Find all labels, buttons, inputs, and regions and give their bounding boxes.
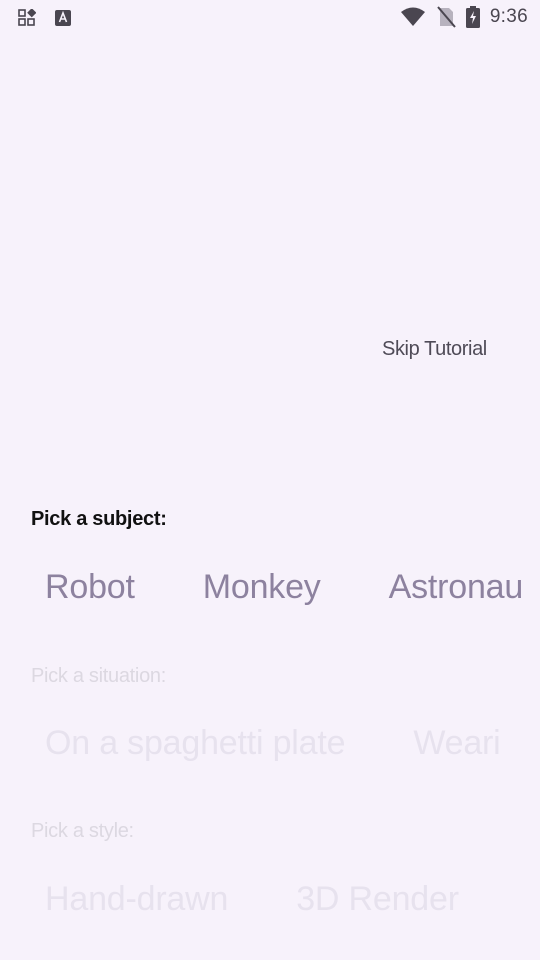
subject-option-robot[interactable]: Robot [45, 568, 135, 607]
subject-options: Robot Monkey Astronau [45, 568, 540, 607]
apps-grid-icon [18, 9, 36, 27]
subject-option-monkey[interactable]: Monkey [203, 568, 321, 607]
skip-tutorial-button[interactable]: Skip Tutorial [382, 338, 487, 361]
situation-option-spaghetti[interactable]: On a spaghetti plate [45, 724, 346, 763]
style-option-3d-render[interactable]: 3D Render [296, 880, 459, 919]
keyboard-a-icon [54, 9, 72, 27]
status-bar: 9:36 [0, 0, 540, 36]
wifi-icon [400, 6, 426, 28]
no-sim-icon [436, 6, 456, 28]
style-label: Pick a style: [31, 820, 134, 842]
style-options: Hand-drawn 3D Render [45, 880, 540, 919]
situation-label: Pick a situation: [31, 665, 166, 687]
situation-options: On a spaghetti plate Weari [45, 724, 540, 763]
status-time: 9:36 [489, 6, 528, 27]
style-option-hand-drawn[interactable]: Hand-drawn [45, 880, 228, 919]
battery-charging-icon [465, 6, 480, 28]
situation-option-wearing[interactable]: Weari [413, 724, 500, 763]
subject-option-astronaut[interactable]: Astronau [389, 568, 524, 607]
subject-label: Pick a subject: [31, 508, 167, 530]
